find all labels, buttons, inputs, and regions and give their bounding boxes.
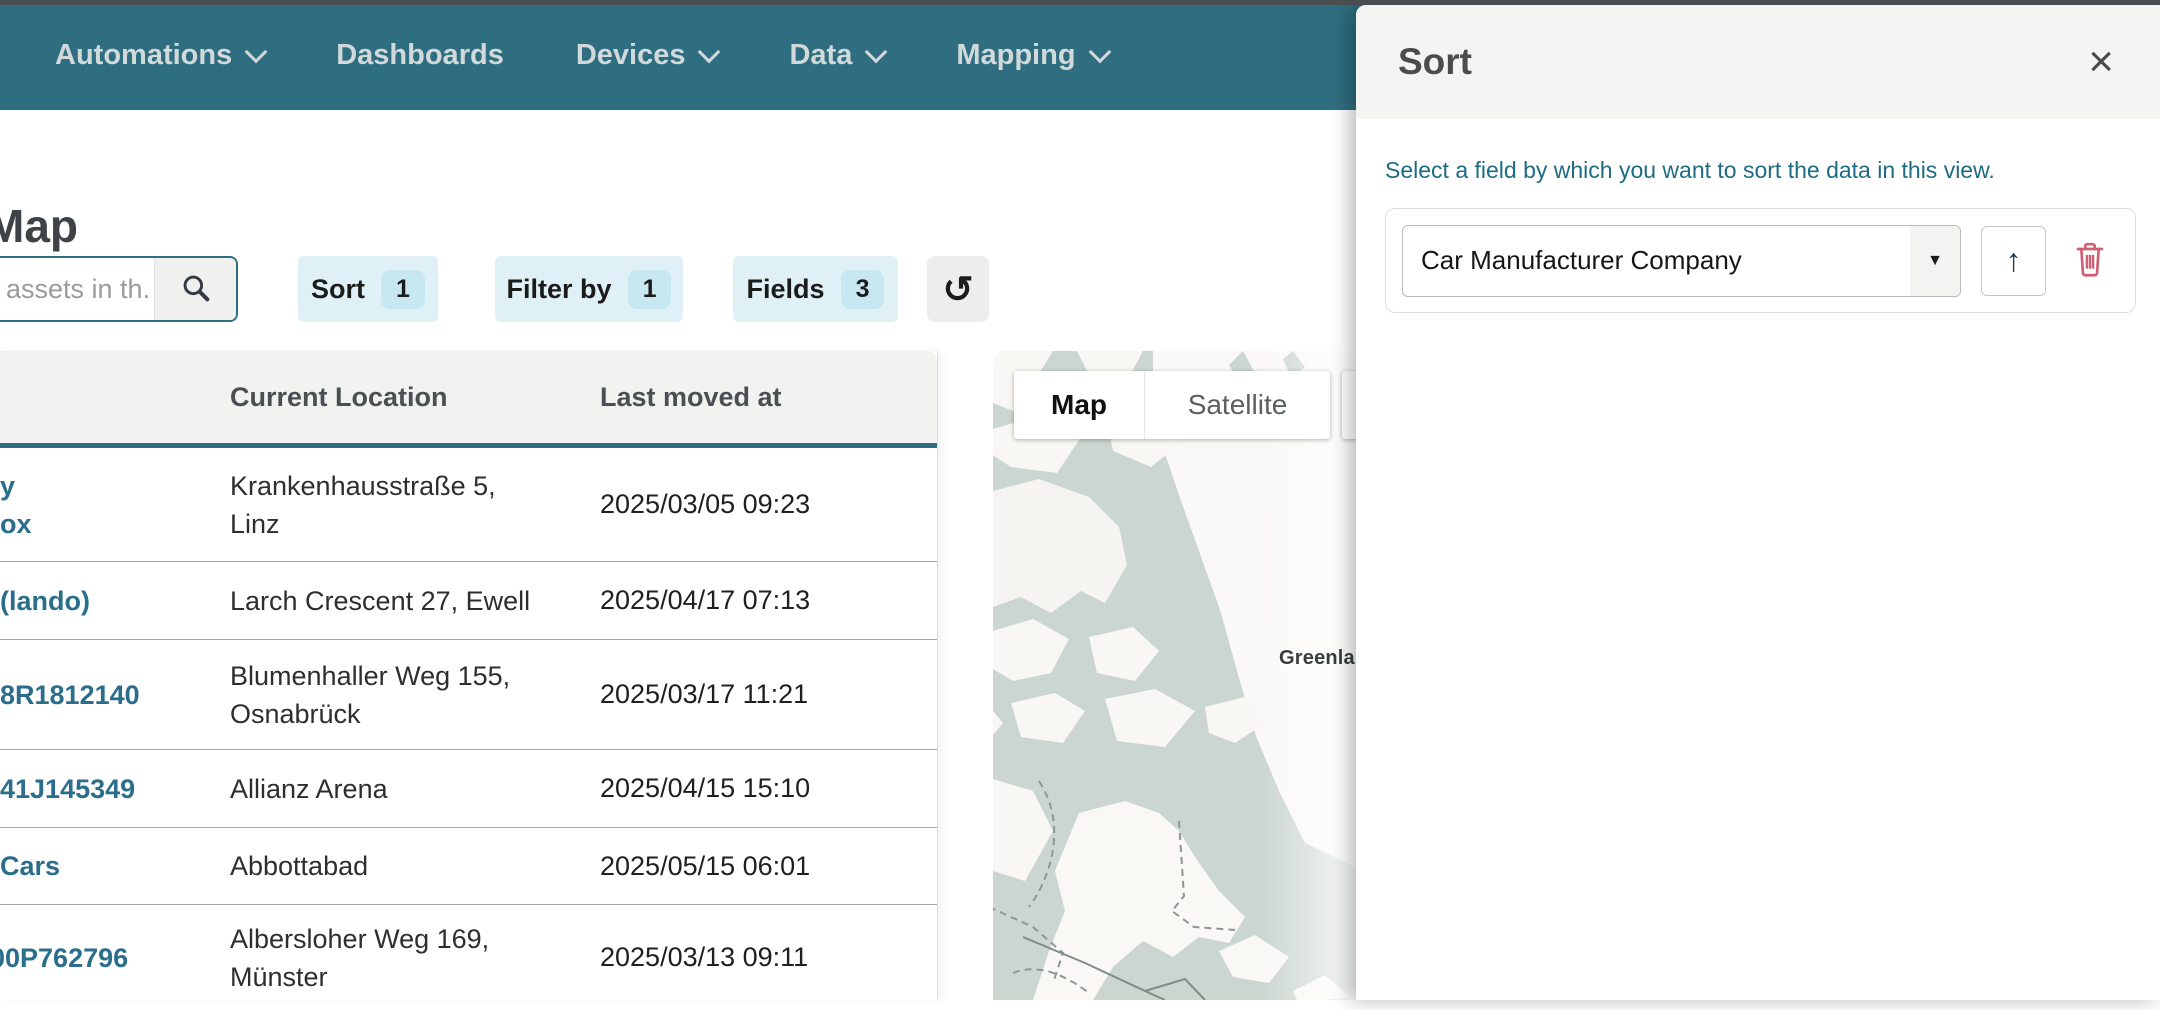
window-top-strip [0, 0, 2160, 5]
asset-link[interactable]: y ox [0, 471, 32, 539]
page-title: Map [0, 199, 78, 253]
asset-link[interactable]: Cars [0, 851, 60, 881]
nav-item-data[interactable]: Data [789, 39, 884, 72]
sort-field-select[interactable]: Car Manufacturer Company ▼ [1402, 225, 1961, 297]
nav-item-label: Dashboards [336, 39, 504, 72]
fields-count-badge: 3 [841, 270, 885, 309]
table-row: (lando) Larch Crescent 27, Ewell 2025/04… [0, 562, 937, 640]
sort-rule-row: Car Manufacturer Company ▼ ↑ [1385, 208, 2136, 313]
arrow-up-icon: ↑ [2006, 242, 2022, 279]
nav-item-label: Automations [55, 39, 232, 72]
current-location-cell: Krankenhausstraße 5, Linz [230, 471, 496, 539]
last-moved-cell: 2025/03/05 09:23 [600, 489, 810, 519]
select-caret-icon: ▼ [1910, 226, 1960, 296]
sort-button-label: Sort [311, 274, 365, 305]
table-row: 8R1812140 Blumenhaller Weg 155, Osnabrüc… [0, 640, 937, 750]
sort-direction-button[interactable]: ↑ [1981, 226, 2046, 296]
chevron-down-icon [698, 40, 721, 63]
last-moved-cell: 2025/05/15 06:01 [600, 851, 810, 881]
fields-button-label: Fields [747, 274, 825, 305]
trash-icon [2074, 241, 2106, 280]
delete-sort-rule-button[interactable] [2074, 241, 2106, 280]
assets-table: Current Location Last moved at y ox Kran… [0, 351, 938, 1000]
chevron-down-icon [245, 40, 268, 63]
chevron-down-icon [1088, 40, 1111, 63]
current-location-cell: Albersloher Weg 169, Münster [230, 924, 489, 992]
sort-panel-header: Sort × [1356, 5, 2160, 119]
table-row: 41J145349 Allianz Arena 2025/04/15 15:10 [0, 750, 937, 828]
last-moved-cell: 2025/04/15 15:10 [600, 773, 810, 803]
refresh-icon: ↺ [942, 268, 973, 311]
nav-item-mapping[interactable]: Mapping [956, 39, 1107, 72]
map-geography [993, 351, 1364, 1000]
nav-item-devices[interactable]: Devices [576, 39, 718, 72]
asset-link[interactable]: 8R1812140 [0, 680, 140, 710]
last-moved-cell: 2025/03/13 09:11 [600, 942, 808, 972]
sort-panel: Sort × Select a field by which you want … [1356, 5, 2160, 1000]
fields-button[interactable]: Fields 3 [733, 256, 898, 322]
asset-link[interactable]: 00P762796 [0, 943, 128, 973]
nav-item-label: Mapping [956, 39, 1075, 72]
nav-item-label: Devices [576, 39, 686, 72]
filter-count-badge: 1 [628, 270, 672, 309]
current-location-cell: Abbottabad [230, 851, 368, 881]
sort-panel-title: Sort [1398, 41, 2088, 83]
sort-panel-description: Select a field by which you want to sort… [1385, 157, 2120, 184]
column-header-last-moved-at: Last moved at [600, 382, 937, 413]
sort-field-selected-value: Car Manufacturer Company [1403, 226, 1910, 296]
last-moved-cell: 2025/03/17 11:21 [600, 679, 808, 709]
search-button[interactable] [154, 258, 236, 320]
column-header-current-location: Current Location [230, 382, 600, 413]
asset-link[interactable]: (lando) [0, 586, 90, 616]
nav-item-dashboards[interactable]: Dashboards [336, 39, 504, 72]
table-header-row: Current Location Last moved at [0, 351, 937, 448]
search-icon [180, 272, 212, 307]
table-row: Cars Abbottabad 2025/05/15 06:01 [0, 828, 937, 905]
search-input[interactable] [0, 258, 154, 320]
filter-by-button[interactable]: Filter by 1 [495, 256, 683, 322]
asset-link[interactable]: 41J145349 [0, 774, 135, 804]
map-label-greenland: Greenland [1279, 647, 1364, 670]
sort-count-badge: 1 [381, 270, 425, 309]
map-type-map-button[interactable]: Map [1014, 371, 1145, 439]
nav-item-label: Data [789, 39, 852, 72]
map-type-satellite-button[interactable]: Satellite [1145, 371, 1330, 439]
current-location-cell: Larch Crescent 27, Ewell [230, 586, 530, 616]
nav-item-automations[interactable]: Automations [55, 39, 264, 72]
sort-button[interactable]: Sort 1 [298, 256, 438, 322]
close-icon[interactable]: × [2088, 47, 2114, 77]
map-type-control: Map Satellite [1014, 371, 1330, 439]
refresh-button[interactable]: ↺ [927, 256, 989, 322]
last-moved-cell: 2025/04/17 07:13 [600, 585, 810, 615]
map-canvas[interactable]: Map Satellite Greenland [993, 351, 1364, 1000]
filter-button-label: Filter by [507, 274, 612, 305]
current-location-cell: Allianz Arena [230, 774, 388, 804]
current-location-cell: Blumenhaller Weg 155, Osnabrück [230, 661, 510, 729]
table-row: 00P762796 Albersloher Weg 169, Münster 2… [0, 905, 937, 1010]
search-box [0, 256, 238, 322]
table-row: y ox Krankenhausstraße 5, Linz 2025/03/0… [0, 448, 937, 562]
chevron-down-icon [865, 40, 888, 63]
